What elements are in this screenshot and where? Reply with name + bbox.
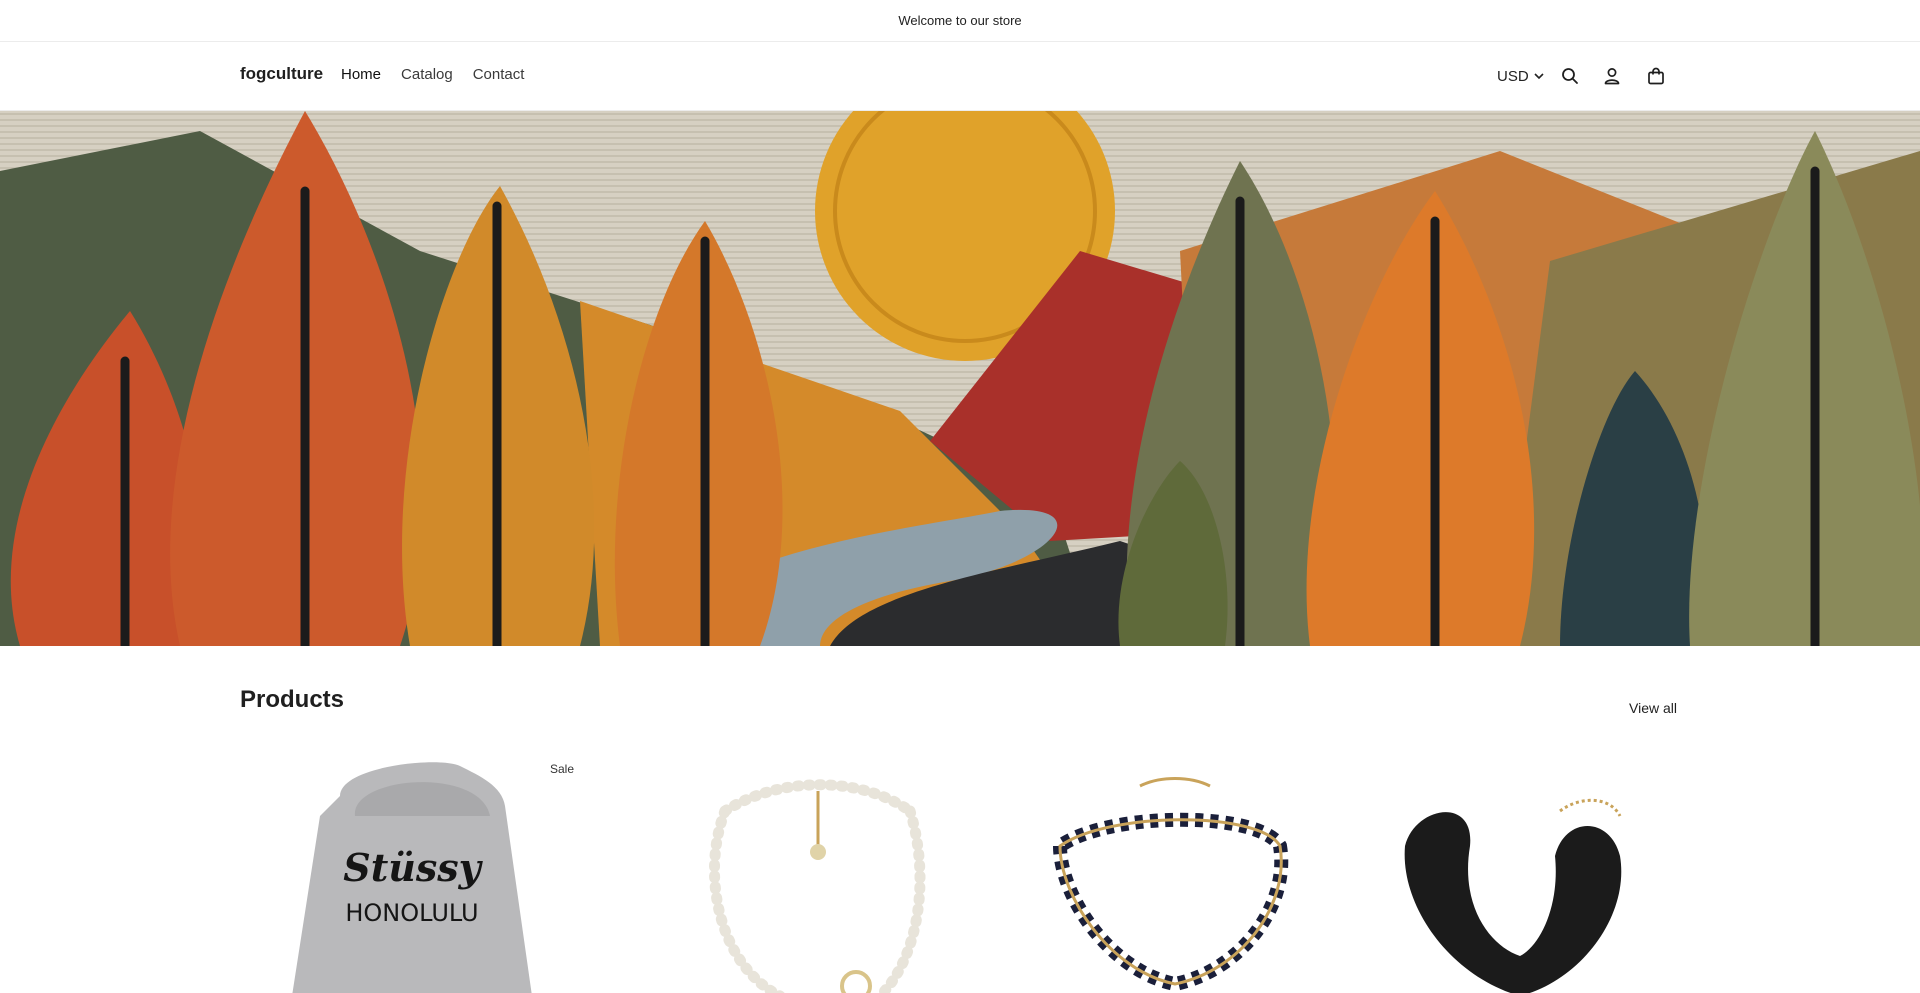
- site-header: fogculture Home Catalog Contact USD: [0, 42, 1920, 111]
- nav-catalog[interactable]: Catalog: [401, 66, 453, 83]
- currency-label: USD: [1497, 67, 1529, 85]
- sale-badge: Sale: [550, 762, 575, 776]
- nav-home[interactable]: Home: [341, 66, 381, 83]
- chevron-down-icon: [1534, 73, 1544, 80]
- leather-choker-image: [1404, 798, 1622, 993]
- svg-text:Stüssy: Stüssy: [343, 845, 483, 890]
- view-all-link[interactable]: View all: [1629, 700, 1677, 716]
- hero-banner-image: [0, 111, 1920, 646]
- main-nav: Home Catalog Contact: [341, 66, 524, 83]
- svg-text:HONOLULU: HONOLULU: [345, 899, 478, 927]
- account-icon[interactable]: [1596, 60, 1628, 92]
- product-card[interactable]: [1320, 756, 1680, 993]
- product-card[interactable]: [960, 756, 1320, 993]
- store-logo[interactable]: fogculture: [240, 64, 323, 84]
- cart-icon[interactable]: [1640, 60, 1672, 92]
- header-actions: USD: [1497, 60, 1672, 92]
- product-card[interactable]: Sale Stüssy HONOLULU: [240, 756, 600, 993]
- search-icon[interactable]: [1554, 60, 1586, 92]
- currency-selector[interactable]: USD: [1497, 68, 1545, 85]
- products-section: Products View all Sale Stüssy HONOLULU: [240, 686, 1680, 993]
- announcement-text: Welcome to our store: [898, 13, 1022, 28]
- pearl-necklace-image: [709, 779, 926, 993]
- product-grid: Sale Stüssy HONOLULU: [240, 756, 1680, 993]
- chain-necklace-image: [1052, 777, 1289, 992]
- announcement-bar: Welcome to our store: [0, 0, 1920, 42]
- product-card[interactable]: [600, 756, 960, 993]
- products-title: Products: [240, 686, 345, 713]
- hoodie-image: Stüssy HONOLULU: [292, 762, 532, 993]
- nav-contact[interactable]: Contact: [473, 66, 525, 83]
